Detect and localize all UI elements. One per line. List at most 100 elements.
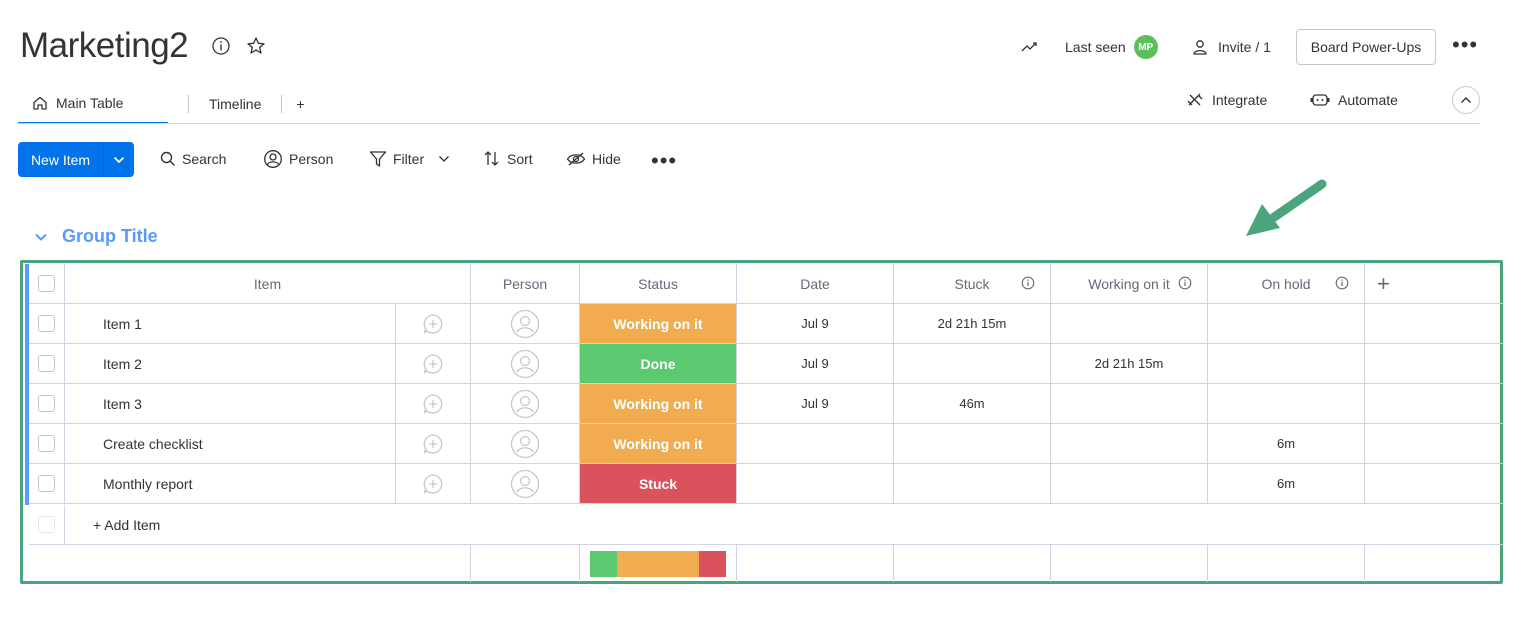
hide-button[interactable]: Hide [566, 148, 621, 170]
invite-button[interactable]: Invite / 1 [1192, 30, 1271, 64]
integrate-button[interactable]: Integrate [1186, 88, 1267, 112]
chevron-up-icon [1461, 97, 1471, 103]
person-placeholder-icon [510, 389, 540, 418]
status-cell[interactable]: Working on it [580, 384, 737, 423]
add-update-icon [423, 313, 443, 334]
column-header-working-on-it[interactable]: Working on it [1051, 264, 1208, 303]
new-item-label[interactable]: New Item [18, 142, 104, 177]
add-column-button[interactable]: + [1365, 264, 1504, 303]
sort-button[interactable]: Sort [483, 148, 533, 170]
date-cell[interactable]: Jul 9 [737, 304, 894, 343]
select-all-cell [29, 264, 65, 303]
summary-status-cell[interactable] [580, 545, 737, 582]
date-cell[interactable]: Jul 9 [737, 344, 894, 383]
person-cell[interactable] [471, 464, 580, 503]
date-cell[interactable]: Jul 9 [737, 384, 894, 423]
board-table: Item Person Status Date Stuck Working on… [20, 260, 1504, 584]
new-item-button[interactable]: New Item [18, 142, 134, 177]
activity-icon[interactable] [1020, 30, 1040, 64]
row-checkbox[interactable] [38, 395, 55, 412]
info-icon[interactable] [211, 36, 231, 56]
more-options-icon[interactable]: ••• [1452, 34, 1478, 56]
item-name-cell[interactable]: Create checklist [65, 424, 396, 463]
add-item-checkbox-cell [29, 505, 65, 544]
stuck-time-cell: 46m [894, 384, 1051, 423]
star-icon[interactable] [246, 36, 266, 56]
search-button[interactable]: Search [160, 148, 226, 170]
info-icon[interactable] [1178, 276, 1192, 290]
summary-empty-cell [25, 545, 471, 582]
item-updates-button[interactable] [396, 304, 471, 343]
status-summary-segment[interactable] [590, 550, 618, 577]
column-header-item[interactable]: Item [65, 264, 471, 303]
row-checkbox[interactable] [38, 315, 55, 332]
hide-label: Hide [592, 151, 621, 167]
last-seen[interactable]: Last seen MP [1065, 30, 1158, 64]
filter-button[interactable]: Filter [369, 148, 456, 170]
person-cell[interactable] [471, 384, 580, 423]
column-header-stuck[interactable]: Stuck [894, 264, 1051, 303]
select-all-checkbox[interactable] [38, 275, 55, 292]
add-update-icon [423, 353, 443, 374]
person-add-icon [1193, 40, 1207, 55]
item-name-cell[interactable]: Monthly report [65, 464, 396, 503]
item-name-cell[interactable]: Item 2 [65, 344, 396, 383]
person-cell[interactable] [471, 424, 580, 463]
tab-main-table[interactable]: Main Table [18, 85, 168, 124]
eye-hidden-icon [566, 152, 586, 166]
invite-label: Invite / 1 [1218, 39, 1271, 55]
item-updates-button[interactable] [396, 344, 471, 383]
column-header-date[interactable]: Date [737, 264, 894, 303]
person-placeholder-icon [510, 349, 540, 378]
column-header-person[interactable]: Person [471, 264, 580, 303]
person-cell[interactable] [471, 344, 580, 383]
row-checkbox-cell [29, 344, 65, 383]
item-updates-button[interactable] [396, 424, 471, 463]
status-summary-bar[interactable] [590, 550, 726, 577]
tab-main-table-label: Main Table [56, 95, 124, 111]
status-cell[interactable]: Done [580, 344, 737, 383]
item-name-cell[interactable]: Item 1 [65, 304, 396, 343]
new-item-dropdown[interactable] [104, 142, 134, 177]
row-checkbox[interactable] [38, 475, 55, 492]
group-title[interactable]: Group Title [62, 226, 158, 247]
collapse-header-button[interactable] [1452, 86, 1480, 114]
item-name-cell[interactable]: Item 3 [65, 384, 396, 423]
date-cell[interactable] [737, 424, 894, 463]
board-title[interactable]: Marketing2 [20, 26, 189, 66]
column-header-on-hold[interactable]: On hold [1208, 264, 1365, 303]
stuck-time-cell: 2d 21h 15m [894, 304, 1051, 343]
toolbar-more-icon[interactable]: ••• [651, 150, 677, 172]
item-updates-button[interactable] [396, 384, 471, 423]
table-row: Item 2 Done Jul 9 2d 21h 15m [29, 344, 1504, 384]
board-power-ups-button[interactable]: Board Power-Ups [1296, 29, 1436, 65]
tab-timeline[interactable]: Timeline [209, 89, 261, 119]
automate-button[interactable]: Automate [1310, 88, 1398, 112]
table-row: Item 1 Working on it Jul 9 2d 21h 15m [29, 304, 1504, 344]
status-cell[interactable]: Stuck [580, 464, 737, 503]
sort-label: Sort [507, 151, 533, 167]
row-checkbox[interactable] [38, 435, 55, 452]
add-view-button[interactable]: + [296, 89, 304, 119]
status-cell[interactable]: Working on it [580, 424, 737, 463]
person-filter-button[interactable]: Person [263, 148, 333, 170]
row-checkbox-cell [29, 464, 65, 503]
status-cell[interactable]: Working on it [580, 304, 737, 343]
stuck-time-cell [894, 424, 1051, 463]
status-summary-segment[interactable] [617, 550, 699, 577]
group-header[interactable]: Group Title [34, 226, 158, 247]
row-checkbox[interactable] [38, 355, 55, 372]
summary-person-cell [471, 545, 580, 582]
item-updates-button[interactable] [396, 464, 471, 503]
person-cell[interactable] [471, 304, 580, 343]
chevron-down-icon [35, 233, 47, 241]
column-header-status[interactable]: Status [580, 264, 737, 303]
add-item-input[interactable]: + Add Item [65, 505, 1504, 544]
sort-icon [484, 151, 499, 166]
date-cell[interactable] [737, 464, 894, 503]
empty-add-column-cell [1365, 384, 1504, 423]
info-icon[interactable] [1335, 276, 1349, 290]
status-summary-segment[interactable] [698, 550, 726, 577]
info-icon[interactable] [1021, 276, 1035, 290]
home-icon [33, 96, 47, 110]
